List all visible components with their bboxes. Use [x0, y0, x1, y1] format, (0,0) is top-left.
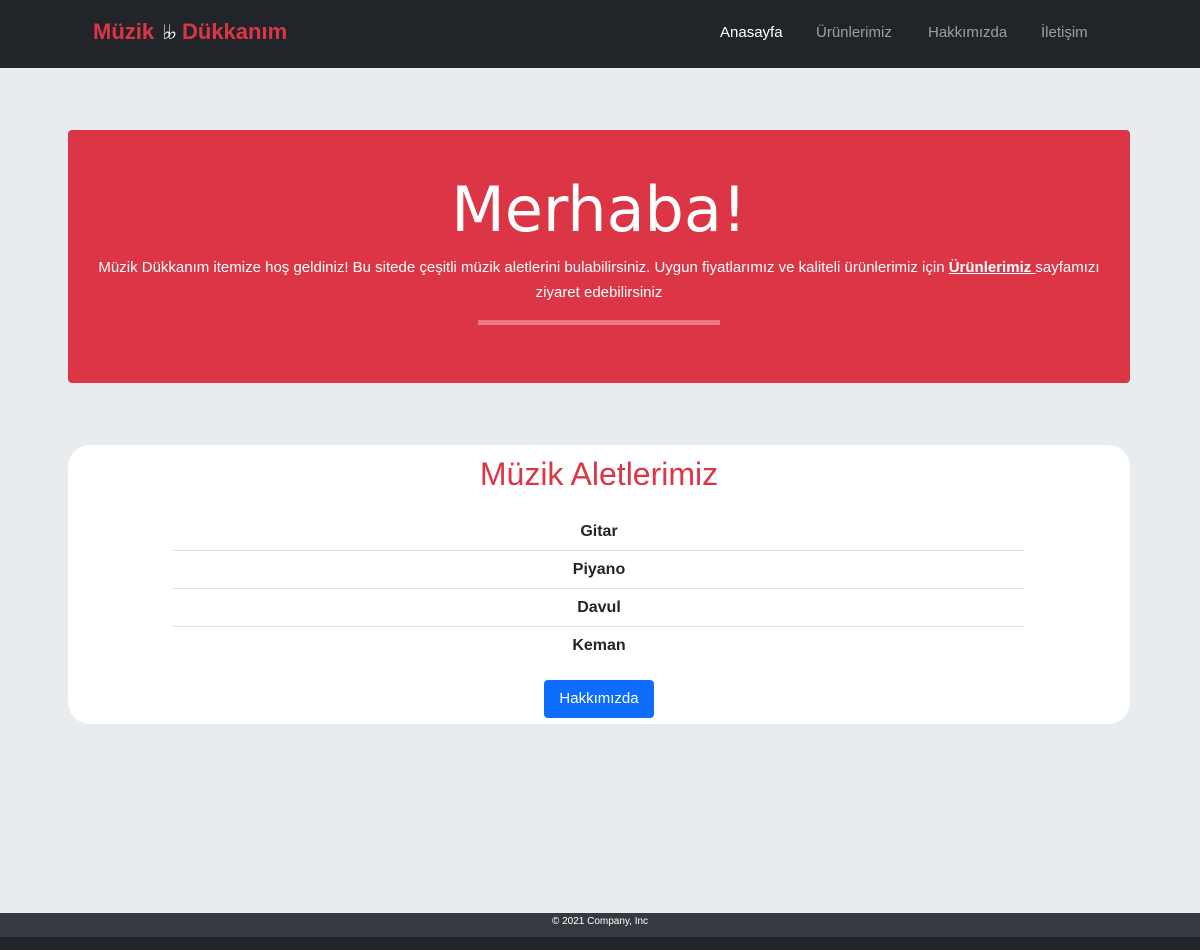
- instruments-card: Müzik Aletlerimiz Gitar Piyano Davul Kem…: [68, 445, 1130, 724]
- hero-divider: [478, 320, 720, 325]
- hero-banner: Merhaba! Müzik Dükkanım itemize hoş geld…: [68, 130, 1130, 383]
- hero-text: Müzik Dükkanım itemize hoş geldiniz! Bu …: [88, 255, 1110, 305]
- nav-link-anasayfa[interactable]: Anasayfa: [720, 24, 783, 41]
- instruments-title: Müzik Aletlerimiz: [479, 456, 719, 492]
- nav-link-hakkimizda[interactable]: Hakkımızda: [928, 24, 1007, 41]
- nav-link-iletisim[interactable]: İletişim: [1041, 24, 1088, 41]
- list-item: Gitar: [173, 513, 1025, 551]
- hero-title: Merhaba!: [451, 173, 747, 246]
- hero-text-before: Müzik Dükkanım itemize hoş geldiniz! Bu …: [98, 259, 949, 276]
- brand-name-right: Dükkanım: [182, 19, 288, 44]
- footer-copyright: © 2021 Company, Inc: [551, 916, 649, 927]
- list-item: Davul: [173, 589, 1025, 627]
- footer-bottom-bar: [0, 937, 1200, 950]
- music-notes-icon: ♭♭: [162, 21, 177, 44]
- about-button[interactable]: Hakkımızda: [544, 680, 654, 718]
- list-item: Piyano: [173, 551, 1025, 589]
- instruments-list: Gitar Piyano Davul Keman: [173, 513, 1025, 665]
- top-navbar: Müzik ♭♭ Dükkanım Anasayfa Ürünlerimiz H…: [0, 0, 1200, 68]
- brand-name-left: Müzik: [93, 19, 155, 44]
- footer: © 2021 Company, Inc: [0, 913, 1200, 950]
- nav-link-urunlerimiz[interactable]: Ürünlerimiz: [816, 24, 892, 41]
- brand-logo[interactable]: Müzik ♭♭ Dükkanım: [93, 19, 287, 45]
- list-item: Keman: [572, 637, 626, 654]
- hero-products-link[interactable]: Ürünlerimiz: [949, 259, 1036, 276]
